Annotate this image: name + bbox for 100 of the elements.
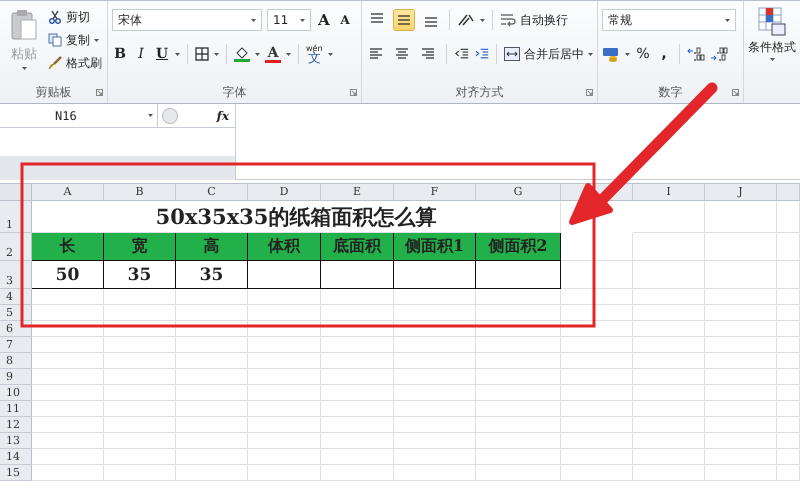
grid-cell[interactable]	[777, 369, 800, 385]
underline-button[interactable]: U	[154, 44, 170, 64]
grid-cell[interactable]	[32, 417, 104, 433]
grid-cell[interactable]	[176, 433, 248, 449]
grid-cell[interactable]	[561, 321, 633, 337]
grid-cell[interactable]	[561, 449, 633, 465]
column-header[interactable]: J	[705, 184, 777, 201]
grid-cell[interactable]	[705, 305, 777, 321]
grid-cell[interactable]	[394, 353, 476, 369]
grid-cell[interactable]	[777, 201, 800, 233]
row-header[interactable]: 7	[0, 337, 32, 353]
column-header[interactable]: B	[104, 184, 176, 201]
grid-cell[interactable]	[321, 305, 394, 321]
grid-cell[interactable]	[394, 433, 476, 449]
dialog-launcher-icon[interactable]	[350, 89, 357, 96]
grid-cell[interactable]	[561, 401, 633, 417]
grid-cell[interactable]	[476, 289, 561, 305]
grid-cell[interactable]	[321, 417, 394, 433]
grid-cell[interactable]	[777, 401, 800, 417]
grid-cell[interactable]	[176, 385, 248, 401]
grid-cell[interactable]	[32, 289, 104, 305]
grid-cell[interactable]	[561, 465, 633, 481]
grid-cell[interactable]	[561, 353, 633, 369]
decrease-decimal-icon[interactable]	[710, 47, 728, 61]
grid-cell[interactable]	[321, 449, 394, 465]
grid-cell[interactable]	[777, 289, 800, 305]
grid-cell[interactable]	[321, 385, 394, 401]
grid-cell[interactable]	[705, 385, 777, 401]
grow-font-button[interactable]: A	[316, 10, 332, 30]
grid-cell[interactable]	[394, 465, 476, 481]
grid-cell[interactable]	[476, 337, 561, 353]
grid-cell[interactable]	[476, 321, 561, 337]
grid-cell[interactable]	[633, 337, 705, 353]
grid-cell[interactable]	[777, 305, 800, 321]
grid-cell[interactable]	[32, 385, 104, 401]
grid-cell[interactable]	[777, 261, 800, 289]
column-header[interactable]: A	[32, 184, 104, 201]
comma-style-button[interactable]: ,	[656, 44, 672, 64]
grid-cell[interactable]	[176, 465, 248, 481]
grid-cell[interactable]	[104, 369, 176, 385]
grid-cell[interactable]	[176, 305, 248, 321]
grid-cell[interactable]	[321, 465, 394, 481]
grid-cell[interactable]	[248, 449, 321, 465]
grid-cell[interactable]	[321, 337, 394, 353]
number-format-dropdown[interactable]: 常规	[602, 9, 736, 31]
grid-cell[interactable]	[394, 385, 476, 401]
row-header[interactable]: 4	[0, 289, 32, 305]
grid-cell[interactable]	[633, 201, 705, 233]
column-header[interactable]: I	[633, 184, 705, 201]
align-button[interactable]	[393, 9, 415, 31]
grid-cell[interactable]	[248, 305, 321, 321]
grid-cell[interactable]	[705, 401, 777, 417]
column-header[interactable]: G	[476, 184, 561, 201]
grid-cell[interactable]	[248, 353, 321, 369]
column-header[interactable]: F	[394, 184, 476, 201]
grid-cell[interactable]	[705, 233, 777, 261]
grid-cell[interactable]	[104, 321, 176, 337]
grid-cell[interactable]	[248, 321, 321, 337]
grid-cell[interactable]	[561, 433, 633, 449]
grid-cell[interactable]	[777, 449, 800, 465]
grid-cell[interactable]	[633, 305, 705, 321]
grid-cell[interactable]	[705, 369, 777, 385]
grid-cell[interactable]	[476, 433, 561, 449]
grid-cell[interactable]	[633, 401, 705, 417]
column-header[interactable]: D	[248, 184, 321, 201]
grid-cell[interactable]	[248, 401, 321, 417]
grid-cell[interactable]	[561, 369, 633, 385]
row-header[interactable]: 2	[0, 233, 32, 261]
grid-cell[interactable]	[32, 401, 104, 417]
grid-cell[interactable]	[476, 401, 561, 417]
grid-cell[interactable]	[248, 337, 321, 353]
grid-cell[interactable]	[633, 261, 705, 289]
grid-cell[interactable]	[248, 369, 321, 385]
font-size-dropdown[interactable]: 11	[267, 9, 311, 31]
grid-cell[interactable]	[32, 353, 104, 369]
row-header[interactable]: 1	[0, 201, 32, 233]
grid-cell[interactable]	[561, 289, 633, 305]
grid-cell[interactable]	[248, 465, 321, 481]
phonetic-button[interactable]: wén 文	[306, 42, 323, 66]
row-header[interactable]: 8	[0, 353, 32, 369]
grid-cell[interactable]	[321, 353, 394, 369]
column-header[interactable]: C	[176, 184, 248, 201]
grid-cell[interactable]	[705, 353, 777, 369]
grid-cell[interactable]	[248, 417, 321, 433]
name-box[interactable]: N16	[0, 104, 158, 127]
grid-cell[interactable]	[705, 433, 777, 449]
grid-cell[interactable]	[104, 289, 176, 305]
grid-cell[interactable]	[104, 417, 176, 433]
grid-cell[interactable]	[321, 369, 394, 385]
grid-cell[interactable]	[32, 321, 104, 337]
grid-cell[interactable]	[633, 233, 705, 261]
grid-cell[interactable]	[705, 289, 777, 305]
grid-cell[interactable]	[104, 401, 176, 417]
grid-cell[interactable]	[705, 261, 777, 289]
dialog-launcher-icon[interactable]	[586, 89, 593, 96]
select-all-corner[interactable]	[0, 184, 32, 201]
grid-cell[interactable]	[777, 233, 800, 261]
grid-cell[interactable]	[561, 305, 633, 321]
row-header[interactable]: 3	[0, 261, 32, 289]
row-header[interactable]: 5	[0, 305, 32, 321]
